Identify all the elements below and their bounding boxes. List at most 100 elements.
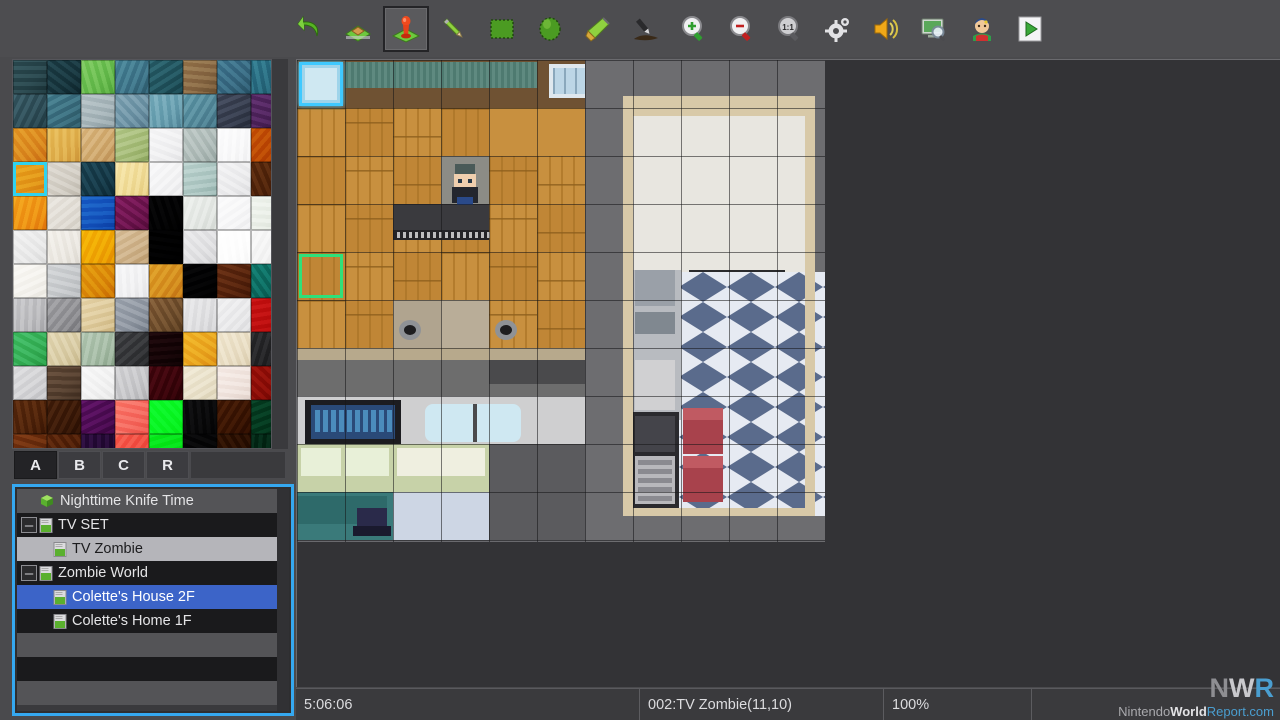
tileset-tile[interactable]	[183, 332, 217, 366]
layer-mode-button[interactable]	[335, 6, 381, 52]
tree-collapse-icon[interactable]: –	[21, 565, 37, 581]
tileset-tile[interactable]	[217, 128, 251, 162]
tileset-tile[interactable]	[13, 128, 47, 162]
tileset-tile[interactable]	[47, 434, 81, 448]
map-tree-scrollbar[interactable]	[277, 489, 289, 711]
tileset-tile[interactable]	[183, 434, 217, 448]
tileset-tile[interactable]	[13, 60, 47, 94]
tileset-tile[interactable]	[115, 400, 149, 434]
tileset-tile[interactable]	[183, 60, 217, 94]
tileset-tile[interactable]	[81, 196, 115, 230]
tileset-tile[interactable]	[217, 298, 251, 332]
sound-test-button[interactable]	[863, 6, 909, 52]
tileset-tile[interactable]	[183, 298, 217, 332]
map-tree-item[interactable]: – Zombie World	[17, 561, 289, 585]
tileset-tile[interactable]	[47, 60, 81, 94]
tileset-tile[interactable]	[13, 298, 47, 332]
tab-b[interactable]: B	[58, 451, 101, 479]
tileset-tile[interactable]	[149, 162, 183, 196]
tab-r[interactable]: R	[146, 451, 189, 479]
tileset-tile[interactable]	[81, 94, 115, 128]
zoom-in-button[interactable]	[671, 6, 717, 52]
tileset-tile[interactable]	[115, 94, 149, 128]
tileset-tile[interactable]	[13, 94, 47, 128]
tileset-tile[interactable]	[149, 196, 183, 230]
rectangle-tool-button[interactable]	[479, 6, 525, 52]
tab-a[interactable]: A	[14, 451, 57, 479]
tileset-tile[interactable]	[13, 400, 47, 434]
tileset-tile[interactable]	[13, 332, 47, 366]
tileset-tile[interactable]	[115, 162, 149, 196]
tileset-tile[interactable]	[183, 366, 217, 400]
tileset-tile[interactable]	[149, 434, 183, 448]
tileset-tile[interactable]	[115, 434, 149, 448]
tileset-tile[interactable]	[81, 298, 115, 332]
tree-collapse-icon[interactable]: –	[21, 517, 37, 533]
tileset-tile[interactable]	[115, 264, 149, 298]
tileset-tile[interactable]	[13, 162, 47, 196]
tileset-tile[interactable]	[81, 162, 115, 196]
tileset-tile[interactable]	[149, 60, 183, 94]
map-tree-item[interactable]: Nighttime Knife Time	[17, 489, 289, 513]
tileset-tile[interactable]	[217, 60, 251, 94]
ellipse-tool-button[interactable]	[527, 6, 573, 52]
tileset-tile[interactable]	[47, 128, 81, 162]
tileset-tile[interactable]	[81, 434, 115, 448]
tileset-tile[interactable]	[47, 400, 81, 434]
tileset-tile[interactable]	[217, 332, 251, 366]
tileset-palette[interactable]	[12, 59, 288, 449]
pencil-tool-button[interactable]	[431, 6, 477, 52]
playtest-button[interactable]	[1007, 6, 1053, 52]
tileset-tile[interactable]	[217, 162, 251, 196]
tileset-tile[interactable]	[47, 332, 81, 366]
tileset-tile[interactable]	[149, 94, 183, 128]
tileset-tile[interactable]	[183, 196, 217, 230]
tileset-tile[interactable]	[115, 128, 149, 162]
tileset-tile[interactable]	[149, 366, 183, 400]
tileset-tile[interactable]	[47, 366, 81, 400]
tileset-tile[interactable]	[81, 366, 115, 400]
tileset-tile[interactable]	[47, 230, 81, 264]
tileset-tile[interactable]	[217, 366, 251, 400]
tileset-tile[interactable]	[13, 434, 47, 448]
tileset-tile[interactable]	[47, 94, 81, 128]
tileset-tile[interactable]	[81, 230, 115, 264]
tileset-tile[interactable]	[217, 230, 251, 264]
map-tree-list[interactable]: Nighttime Knife Time – TV SET TV Zombie – Zom…	[17, 489, 289, 711]
tileset-tile[interactable]	[81, 332, 115, 366]
tileset-tile[interactable]	[115, 366, 149, 400]
event-mode-button[interactable]	[383, 5, 429, 52]
tileset-tile[interactable]	[183, 400, 217, 434]
tileset-tile[interactable]	[115, 298, 149, 332]
tileset-scrollbar[interactable]	[271, 59, 288, 449]
zoom-actual-button[interactable]: 1:1	[767, 6, 813, 52]
map-canvas-area[interactable]	[296, 59, 1280, 687]
tileset-tile[interactable]	[13, 366, 47, 400]
tileset-tile[interactable]	[149, 400, 183, 434]
tileset-tile[interactable]	[183, 162, 217, 196]
tileset-tile[interactable]	[183, 94, 217, 128]
map-tree-item[interactable]: – TV SET	[17, 513, 289, 537]
tileset-tile[interactable]	[115, 60, 149, 94]
tileset-tile[interactable]	[217, 94, 251, 128]
tileset-tile[interactable]	[13, 230, 47, 264]
map-tree-item[interactable]: Colette's Home 1F	[17, 609, 289, 633]
tileset-tile[interactable]	[149, 264, 183, 298]
tileset-tile[interactable]	[217, 400, 251, 434]
tileset-tile[interactable]	[183, 230, 217, 264]
map-tree-item[interactable]: Colette's House 2F	[17, 585, 289, 609]
tileset-tile[interactable]	[217, 264, 251, 298]
tileset-tile[interactable]	[115, 332, 149, 366]
tileset-tile[interactable]	[47, 264, 81, 298]
tileset-tile[interactable]	[149, 332, 183, 366]
tileset-tile[interactable]	[183, 264, 217, 298]
tileset-tile[interactable]	[149, 298, 183, 332]
tileset-tile[interactable]	[217, 434, 251, 448]
tileset-tile[interactable]	[115, 230, 149, 264]
tileset-tile[interactable]	[149, 230, 183, 264]
tileset-tile[interactable]	[81, 128, 115, 162]
database-button[interactable]	[815, 6, 861, 52]
tileset-tile[interactable]	[115, 196, 149, 230]
tileset-tile[interactable]	[81, 264, 115, 298]
tab-c[interactable]: C	[102, 451, 145, 479]
